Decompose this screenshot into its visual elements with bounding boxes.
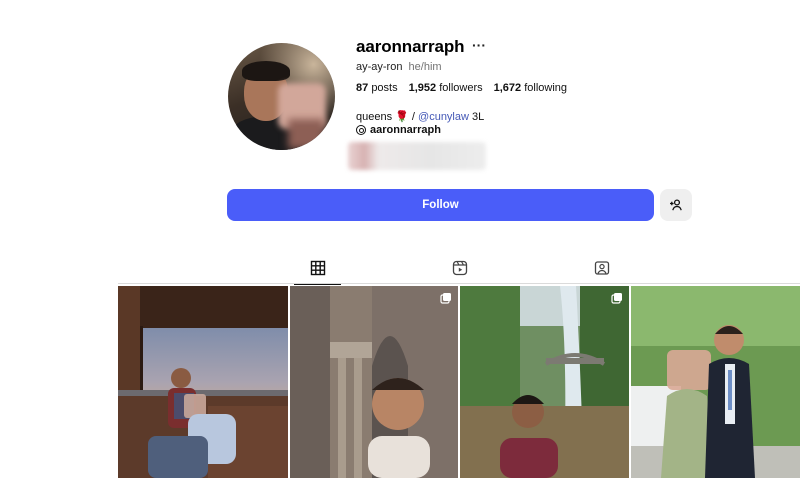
- followers-stat[interactable]: 1,952 followers: [409, 82, 483, 94]
- profile-bio: queens 🌹 / @cunylaw 3L: [356, 110, 484, 123]
- add-person-icon: [670, 199, 682, 211]
- profile-username: aaronnarraph: [356, 37, 465, 56]
- profile-pronouns: he/him: [408, 61, 442, 73]
- post-image-2: [290, 286, 458, 478]
- profile-name-row: ay-ay-ron he/him: [356, 61, 442, 73]
- post-thumbnail-2[interactable]: [290, 286, 458, 478]
- blurred-external-link[interactable]: [348, 142, 486, 170]
- post-thumbnail-4[interactable]: [631, 286, 800, 478]
- threads-icon: [356, 125, 366, 135]
- tab-posts[interactable]: [294, 258, 341, 285]
- post-image-4: [631, 286, 800, 478]
- bio-mention-link[interactable]: @cunylaw: [418, 111, 469, 123]
- threads-link[interactable]: aaronnarraph: [356, 124, 441, 136]
- tagged-icon: [594, 261, 609, 275]
- carousel-icon: [440, 293, 451, 304]
- more-options-icon[interactable]: ···: [472, 37, 486, 53]
- bio-separator: /: [408, 111, 419, 123]
- bio-suffix: 3L: [468, 111, 485, 123]
- profile-name: ay-ay-ron: [356, 61, 403, 73]
- post-image-3: [460, 286, 629, 478]
- follow-button[interactable]: Follow: [227, 189, 654, 221]
- bio-text: queens: [356, 111, 393, 123]
- post-image-1: [118, 286, 288, 478]
- suggested-accounts-button[interactable]: [660, 189, 692, 221]
- tabs-divider: [118, 283, 800, 284]
- reels-icon: [452, 260, 467, 276]
- following-stat[interactable]: 1,672 following: [494, 82, 567, 94]
- grid-icon: [310, 260, 325, 276]
- post-thumbnail-1[interactable]: [118, 286, 288, 478]
- profile-avatar[interactable]: [228, 43, 335, 150]
- tab-reels[interactable]: [436, 258, 483, 284]
- profile-stats: 87 posts 1,952 followers 1,672 following: [356, 82, 567, 94]
- post-thumbnail-3[interactable]: [460, 286, 629, 478]
- posts-stat: 87 posts: [356, 82, 398, 94]
- threads-handle: aaronnarraph: [370, 124, 441, 136]
- tab-tagged[interactable]: [578, 258, 625, 284]
- rose-emoji: 🌹: [395, 111, 409, 123]
- carousel-icon: [611, 293, 622, 304]
